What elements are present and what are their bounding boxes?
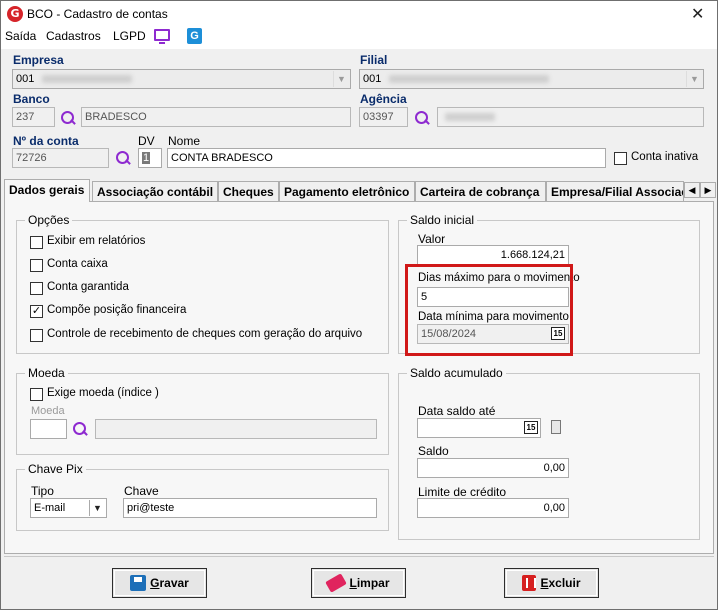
tab-dados-gerais[interactable]: Dados gerais (4, 179, 90, 202)
bottom-separator (4, 556, 714, 557)
limpar-button[interactable]: Limpar (311, 568, 406, 598)
chevron-down-icon[interactable]: ▼ (89, 500, 105, 516)
agencia-code-field[interactable]: 03397 (359, 107, 408, 127)
gravar-button[interactable]: Gravar (112, 568, 207, 598)
conta-inativa-label: Conta inativa (631, 151, 699, 163)
valor-field[interactable]: 1.668.124,21 (417, 245, 569, 265)
tab-pagamento-eletronico[interactable]: Pagamento eletrônico (279, 181, 415, 201)
chave-field[interactable]: pri@teste (123, 498, 377, 518)
exibir-relatorios-label: Exibir em relatórios (47, 235, 146, 247)
chevron-down-icon[interactable]: ▼ (333, 71, 349, 87)
empresa-select[interactable]: 001 ▼ (12, 69, 351, 89)
exige-moeda-checkbox[interactable] (30, 388, 43, 401)
tab-scroll-right-icon[interactable]: ▶ (700, 182, 716, 198)
trash-icon (522, 575, 537, 591)
moeda-label: Moeda (31, 405, 65, 417)
valor-label: Valor (418, 232, 446, 246)
agencia-name-field (437, 107, 704, 127)
agencia-label: Agência (360, 92, 407, 106)
search-icon[interactable] (414, 110, 430, 126)
menu-lgpd[interactable]: LGPD (113, 29, 146, 43)
conta-garantida-label: Conta garantida (47, 281, 129, 293)
search-icon[interactable] (72, 421, 88, 437)
menu-saida[interactable]: Saída (5, 29, 36, 43)
limite-credito-label: Limite de crédito (418, 485, 507, 499)
data-saldo-label: Data saldo até (418, 404, 496, 418)
saldo-label: Saldo (418, 444, 449, 458)
moeda-group: Moeda (16, 366, 389, 455)
monitor-icon[interactable] (154, 29, 170, 44)
banco-label: Banco (13, 92, 50, 106)
conta-inativa-checkbox[interactable] (614, 152, 627, 165)
search-icon[interactable] (60, 110, 76, 126)
moeda-name-field (95, 419, 377, 439)
conta-caixa-checkbox[interactable] (30, 259, 43, 272)
title-bar: G BCO - Cadastro de contas ✕ (1, 1, 717, 27)
conta-caixa-label: Conta caixa (47, 258, 108, 270)
highlight-box (405, 264, 573, 356)
conta-label: Nº da conta (13, 134, 79, 148)
tab-empresa-filial[interactable]: Empresa/Filial Associac (546, 181, 684, 201)
nome-label: Nome (168, 134, 201, 148)
tab-bar: Dados gerais Associação contábil Cheques… (4, 179, 716, 202)
tab-carteira-cobranca[interactable]: Carteira de cobrança (415, 181, 546, 201)
compoe-posicao-checkbox[interactable]: ✓ (30, 305, 43, 318)
dv-value: 1 (142, 152, 151, 164)
saldo-acumulado-title: Saldo acumulado (407, 366, 506, 380)
data-saldo-field[interactable]: / / (417, 418, 541, 438)
controle-cheques-checkbox[interactable] (30, 329, 43, 342)
eraser-icon (325, 573, 348, 593)
tipo-label: Tipo (31, 484, 54, 498)
banco-code-field[interactable]: 237 (12, 107, 55, 127)
compoe-posicao-label: Compõe posição financeira (47, 304, 187, 316)
gravar-label: Gravar (150, 576, 189, 590)
limpar-label: Limpar (349, 576, 390, 590)
tab-scroll-left-icon[interactable]: ◀ (684, 182, 700, 198)
nome-field[interactable]: CONTA BRADESCO (167, 148, 606, 168)
dv-label: DV (138, 134, 155, 148)
empresa-value: 001 (16, 73, 35, 85)
chave-label: Chave (124, 484, 159, 498)
opcoes-title: Opções (25, 213, 73, 227)
filial-label: Filial (360, 53, 388, 67)
limite-credito-field[interactable]: 0,00 (417, 498, 569, 518)
search-icon[interactable] (115, 150, 131, 166)
tab-cheques[interactable]: Cheques (218, 181, 279, 201)
close-icon[interactable]: ✕ (691, 4, 704, 23)
chevron-down-icon[interactable]: ▼ (686, 71, 702, 87)
tipo-value: E-mail (34, 502, 66, 514)
filial-value: 001 (363, 73, 382, 85)
excluir-button[interactable]: Excluir (504, 568, 599, 598)
tab-associacao-contabil[interactable]: Associação contábil (92, 181, 218, 201)
app-logo-icon: G (7, 6, 23, 22)
dv-field[interactable]: 1 (138, 148, 162, 168)
calendar-icon[interactable]: 15 (524, 421, 538, 434)
filial-select[interactable]: 001 ▼ (359, 69, 704, 89)
banco-name-field: BRADESCO (81, 107, 351, 127)
save-icon (130, 575, 147, 591)
chave-pix-title: Chave Pix (25, 462, 86, 476)
saldo-inicial-title: Saldo inicial (407, 213, 478, 227)
exige-moeda-label: Exige moeda (índice ) (47, 387, 159, 399)
window-title: BCO - Cadastro de contas (27, 7, 168, 21)
conta-garantida-checkbox[interactable] (30, 282, 43, 295)
moeda-code-field[interactable] (30, 419, 67, 439)
g-app-icon[interactable]: G (187, 28, 202, 44)
menu-bar: Saída Cadastros LGPD G (1, 27, 717, 49)
empresa-label: Empresa (13, 53, 64, 67)
exibir-relatorios-checkbox[interactable] (30, 236, 43, 249)
saldo-field[interactable]: 0,00 (417, 458, 569, 478)
tipo-select[interactable]: E-mail ▼ (30, 498, 107, 518)
calculator-icon[interactable] (551, 420, 561, 434)
controle-cheques-label: Controle de recebimento de cheques com g… (47, 328, 363, 340)
excluir-label: Excluir (540, 576, 581, 590)
menu-cadastros[interactable]: Cadastros (46, 29, 101, 43)
moeda-title: Moeda (25, 366, 68, 380)
conta-field[interactable]: 72726 (12, 148, 109, 168)
